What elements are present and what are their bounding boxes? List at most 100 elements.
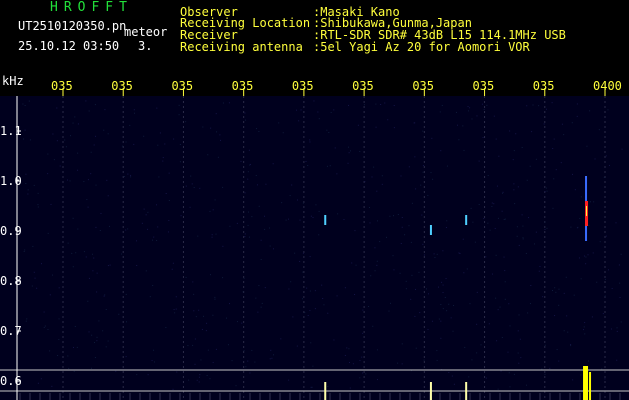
noise-dot (517, 352, 519, 354)
noise-dot (371, 176, 373, 178)
noise-dot (605, 235, 607, 237)
noise-dot (430, 172, 432, 174)
noise-dot (193, 310, 195, 312)
noise-dot (538, 105, 540, 107)
noise-dot (264, 228, 266, 230)
noise-dot (455, 111, 457, 113)
noise-dot (539, 265, 541, 267)
noise-dot (374, 270, 376, 272)
noise-dot (67, 179, 69, 181)
noise-dot (251, 349, 253, 351)
noise-dot (599, 241, 601, 243)
noise-dot (125, 141, 127, 143)
noise-dot (375, 103, 377, 105)
noise-dot (515, 133, 517, 135)
noise-dot (229, 303, 231, 305)
noise-dot (318, 210, 320, 212)
noise-dot (282, 132, 284, 134)
noise-dot (58, 287, 60, 289)
noise-dot (440, 303, 442, 305)
noise-dot (432, 178, 434, 180)
noise-dot (195, 316, 197, 318)
noise-dot (231, 360, 233, 362)
noise-dot (85, 256, 87, 258)
noise-dot (67, 242, 69, 244)
noise-dot (476, 115, 478, 117)
noise-dot (87, 206, 89, 208)
noise-dot (23, 251, 25, 253)
noise-dot (446, 220, 448, 222)
meteor-echo-bar (589, 372, 592, 400)
noise-dot (315, 204, 317, 206)
noise-dot (376, 220, 378, 222)
noise-dot (336, 173, 338, 175)
noise-dot (481, 103, 483, 105)
noise-dot (147, 228, 149, 230)
noise-dot (194, 363, 196, 365)
noise-dot (93, 257, 95, 259)
noise-dot (607, 109, 609, 111)
noise-dot (401, 217, 403, 219)
echo-bottom-bar (429, 382, 432, 400)
noise-dot (310, 342, 312, 344)
noise-dot (422, 130, 424, 132)
noise-dot (53, 159, 55, 161)
noise-dot (397, 362, 399, 364)
noise-dot (251, 216, 253, 218)
noise-dot (620, 253, 622, 255)
noise-dot (535, 158, 537, 160)
noise-dot (72, 217, 74, 219)
noise-dot (72, 266, 74, 268)
noise-dot (457, 124, 459, 126)
noise-dot (497, 388, 499, 390)
noise-dot (359, 150, 361, 152)
noise-dot (513, 189, 515, 191)
noise-dot (151, 239, 153, 241)
noise-dot (200, 359, 202, 361)
noise-dot (317, 111, 319, 113)
noise-dot (587, 254, 589, 256)
noise-dot (103, 129, 105, 131)
noise-dot (211, 236, 213, 238)
noise-dot (121, 253, 123, 255)
noise-dot (420, 184, 422, 186)
noise-dot (86, 199, 88, 201)
noise-dot (152, 284, 154, 286)
noise-dot (75, 252, 77, 254)
noise-dot (288, 379, 290, 381)
noise-dot (410, 241, 412, 243)
noise-dot (509, 130, 511, 132)
noise-dot (591, 316, 593, 318)
noise-dot (285, 219, 287, 221)
noise-dot (134, 112, 136, 114)
noise-dot (94, 357, 96, 359)
noise-dot (414, 156, 416, 158)
noise-dot (210, 127, 212, 129)
noise-dot (88, 331, 90, 333)
noise-dot (478, 204, 480, 206)
noise-dot (359, 377, 361, 379)
noise-dot (422, 243, 424, 245)
noise-dot (517, 186, 519, 188)
noise-dot (364, 181, 366, 183)
noise-dot (168, 172, 170, 174)
noise-dot (368, 306, 370, 308)
noise-dot (571, 173, 573, 175)
noise-dot (344, 354, 346, 356)
noise-dot (496, 340, 498, 342)
noise-dot (175, 308, 177, 310)
noise-dot (192, 281, 194, 283)
noise-dot (76, 346, 78, 348)
noise-dot (348, 361, 350, 363)
noise-dot (583, 329, 585, 331)
noise-dot (226, 317, 228, 319)
noise-dot (348, 152, 350, 154)
noise-dot (52, 133, 54, 135)
noise-dot (174, 312, 176, 314)
noise-dot (594, 158, 596, 160)
y-tick-label: 0.6 (0, 374, 22, 388)
noise-dot (369, 222, 371, 224)
noise-dot (574, 189, 576, 191)
noise-dot (496, 185, 498, 187)
noise-dot (149, 296, 151, 298)
